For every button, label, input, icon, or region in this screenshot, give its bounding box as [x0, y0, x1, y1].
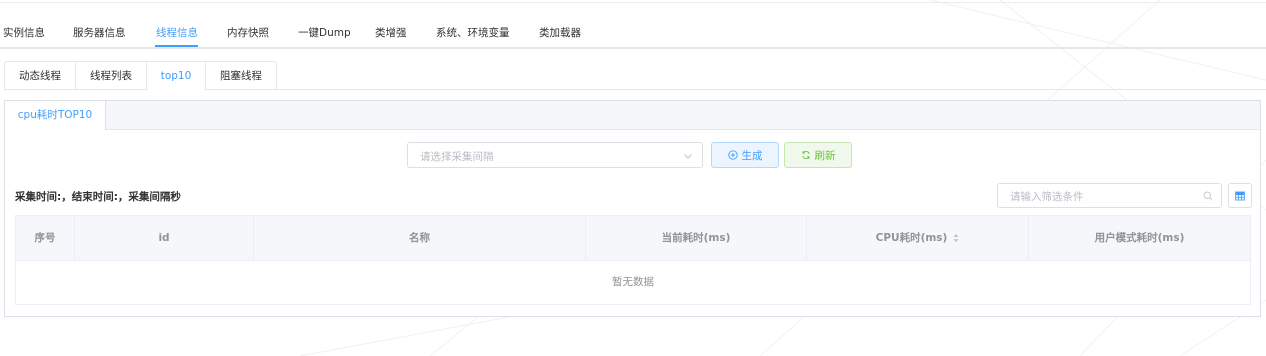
filter-input[interactable]: 请输入筛选条件 — [997, 183, 1222, 208]
column-settings-button[interactable] — [1228, 183, 1252, 208]
subtab-blocked-threads[interactable]: 阻塞线程 — [205, 62, 276, 90]
main-tab-bar: 实例信息 服务器信息 线程信息 内存快照 一键Dump 类增强 系统、环境变量 … — [0, 20, 1266, 49]
generate-button[interactable]: 生成 — [711, 142, 779, 168]
table-grid-icon — [1235, 191, 1245, 200]
tab-class-loader[interactable]: 类加载器 — [539, 25, 581, 40]
tab-one-click-dump[interactable]: 一键Dump — [298, 25, 351, 40]
filter-input-placeholder: 请输入筛选条件 — [1010, 191, 1084, 203]
circle-plus-icon — [727, 150, 738, 160]
tab-class-enhance[interactable]: 类增强 — [375, 25, 407, 40]
generate-button-label: 生成 — [741, 149, 763, 162]
column-header-name: 名称 — [254, 216, 586, 260]
tab-cpu-top10[interactable]: cpu耗时TOP10 — [5, 101, 106, 130]
column-header-cpu-time[interactable]: CPU耗时(ms) — [807, 216, 1029, 260]
sort-icon[interactable] — [953, 233, 959, 243]
chevron-down-icon — [684, 154, 692, 159]
cpu-time-header-label: CPU耗时(ms) — [875, 232, 948, 244]
search-icon — [1203, 191, 1213, 201]
column-header-user-mode-time: 用户模式耗时(ms) — [1094, 232, 1185, 244]
subtab-dynamic-threads[interactable]: 动态线程 — [5, 62, 75, 90]
tab-server-info[interactable]: 服务器信息 — [73, 25, 126, 40]
tab-memory-snapshot[interactable]: 内存快照 — [227, 25, 269, 40]
refresh-button-label: 刷新 — [814, 149, 836, 162]
subtab-top10[interactable]: top10 — [146, 62, 205, 90]
top10-panel: cpu耗时TOP10 请选择采集间隔 生成 刷新 采集时间:，结束时间:，采集间… — [4, 100, 1261, 317]
empty-state-text: 暂无数据 — [612, 276, 654, 288]
table-header: 序号 id 名称 当前耗时(ms) CPU耗时(ms) 用户模式耗时(ms) — [16, 216, 1250, 261]
column-header-current-time: 当前耗时(ms) — [586, 216, 807, 260]
active-tab-indicator — [155, 45, 198, 47]
tab-system-env[interactable]: 系统、环境变量 — [436, 25, 510, 40]
column-header-id: id — [75, 216, 254, 260]
refresh-icon — [801, 151, 810, 159]
subtab-thread-list[interactable]: 线程列表 — [75, 62, 146, 90]
panel-tab-bar: cpu耗时TOP10 — [5, 101, 1260, 130]
tab-instance-info[interactable]: 实例信息 — [3, 25, 45, 40]
top-divider — [0, 2, 1266, 3]
interval-select-placeholder: 请选择采集间隔 — [420, 151, 494, 163]
collection-info: 采集时间:，结束时间:，采集间隔秒 — [15, 191, 181, 203]
cpu-top10-table: 序号 id 名称 当前耗时(ms) CPU耗时(ms) 用户模式耗时(ms) 暂… — [15, 215, 1251, 305]
column-header-index: 序号 — [16, 216, 75, 260]
interval-select[interactable]: 请选择采集间隔 — [407, 142, 703, 168]
tab-thread-info[interactable]: 线程信息 — [156, 25, 198, 40]
refresh-button[interactable]: 刷新 — [784, 142, 852, 168]
sub-tab-bar: 动态线程 线程列表 top10 阻塞线程 — [4, 61, 1266, 90]
